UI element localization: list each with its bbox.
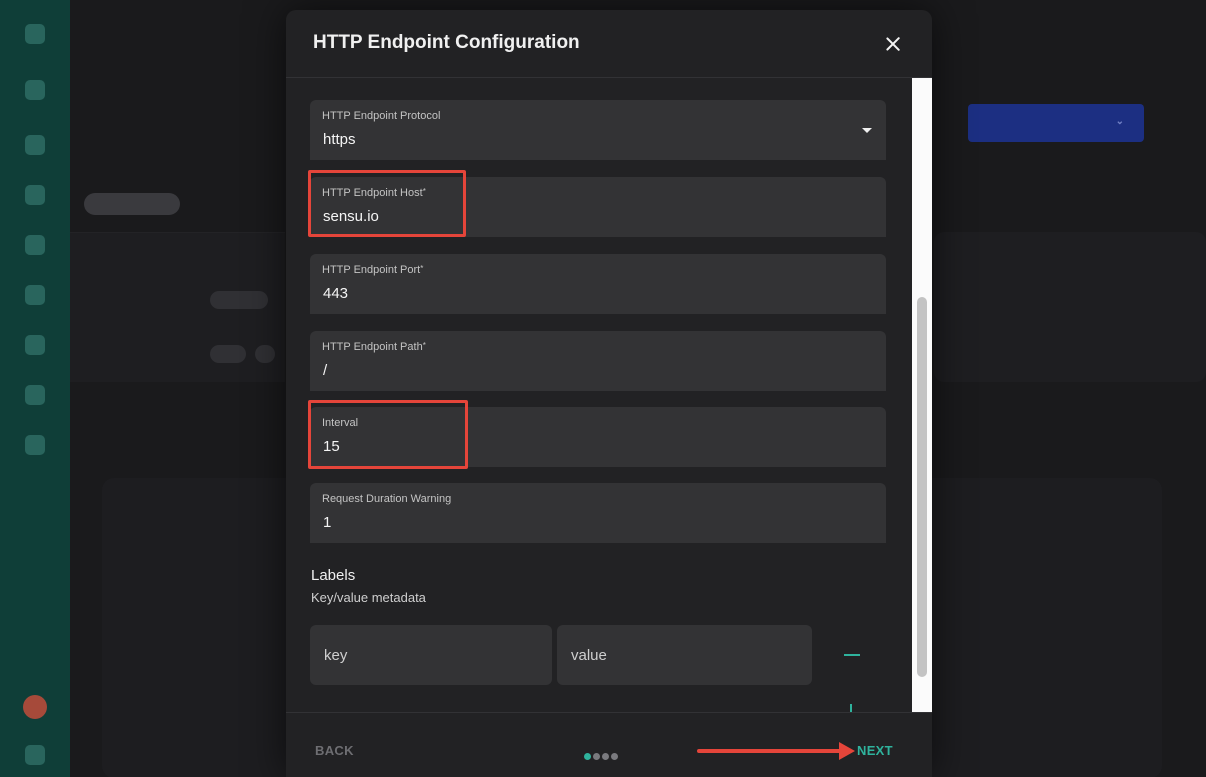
labels-subtitle: Key/value metadata	[311, 590, 426, 605]
modal-header: HTTP Endpoint Configuration	[286, 10, 932, 78]
background-install-button[interactable]: ⌄	[968, 104, 1144, 142]
dropdown-caret-icon	[862, 128, 872, 133]
back-button[interactable]: BACK	[315, 743, 354, 758]
login-icon[interactable]	[25, 335, 45, 355]
required-marker: *	[420, 264, 424, 273]
background-badge	[84, 193, 180, 215]
background-metadata-panel	[70, 232, 285, 382]
request-duration-warning-field[interactable]: Request Duration Warning 1	[310, 483, 886, 543]
field-label-text: HTTP Endpoint Port	[322, 264, 421, 276]
remove-label-icon[interactable]	[844, 654, 860, 656]
page: ⌄ HTTP Endpoint Configuration HTTP Endpo…	[0, 0, 1206, 777]
settings-icon[interactable]	[25, 385, 45, 405]
field-label-text: HTTP Endpoint Path	[322, 341, 423, 353]
host-highlight-box	[308, 170, 466, 237]
field-value: 1	[323, 514, 332, 531]
label-value-input[interactable]: value	[557, 625, 812, 685]
labels-heading: Labels	[311, 567, 356, 584]
explore-icon[interactable]	[25, 80, 45, 100]
field-label: Request Duration Warning	[322, 493, 452, 505]
home-icon[interactable]	[25, 24, 45, 44]
background-chip	[210, 291, 268, 309]
monitor-icon[interactable]	[25, 285, 45, 305]
port-field[interactable]: HTTP Endpoint Port* 443	[310, 254, 886, 314]
next-button[interactable]: NEXT	[857, 743, 893, 758]
value-placeholder: value	[571, 647, 607, 664]
modal-footer: BACK NEXT	[286, 712, 932, 777]
avatar[interactable]	[23, 695, 47, 719]
field-label: HTTP Endpoint Protocol	[322, 110, 441, 122]
step-dot	[593, 753, 600, 760]
label-key-input[interactable]: key	[310, 625, 552, 685]
background-side-panel	[934, 232, 1206, 382]
background-chip	[255, 345, 275, 363]
path-field[interactable]: HTTP Endpoint Path* /	[310, 331, 886, 391]
modal-body: HTTP Endpoint Protocol https HTTP Endpoi…	[286, 78, 932, 712]
step-dot-active	[584, 753, 591, 760]
signal-icon[interactable]	[25, 235, 45, 255]
app-sidebar	[0, 0, 70, 777]
key-placeholder: key	[324, 647, 348, 664]
field-label: HTTP Endpoint Path*	[322, 341, 426, 353]
chevron-down-icon: ⌄	[1115, 116, 1124, 127]
field-value: 443	[323, 285, 349, 302]
background-chip	[210, 345, 246, 363]
annotation-arrow-head	[839, 742, 855, 760]
interval-highlight-box	[308, 400, 468, 469]
field-label: HTTP Endpoint Port*	[322, 264, 423, 276]
scrollbar-thumb[interactable]	[917, 297, 927, 677]
annotation-arrow-shaft	[697, 749, 842, 753]
refresh-icon[interactable]	[25, 185, 45, 205]
modal-title: HTTP Endpoint Configuration	[313, 32, 580, 53]
folder-icon[interactable]	[25, 435, 45, 455]
step-indicator	[584, 747, 620, 760]
protocol-select[interactable]: HTTP Endpoint Protocol https	[310, 100, 886, 160]
step-dot	[611, 753, 618, 760]
close-icon[interactable]	[883, 34, 903, 54]
field-value: /	[323, 362, 328, 379]
required-marker: *	[422, 341, 426, 350]
catalog-icon[interactable]	[25, 135, 45, 155]
step-dot	[602, 753, 609, 760]
help-icon[interactable]	[25, 745, 45, 765]
http-endpoint-config-modal: HTTP Endpoint Configuration HTTP Endpoin…	[286, 10, 932, 777]
add-label-icon[interactable]	[850, 704, 852, 712]
field-value: https	[323, 131, 356, 148]
